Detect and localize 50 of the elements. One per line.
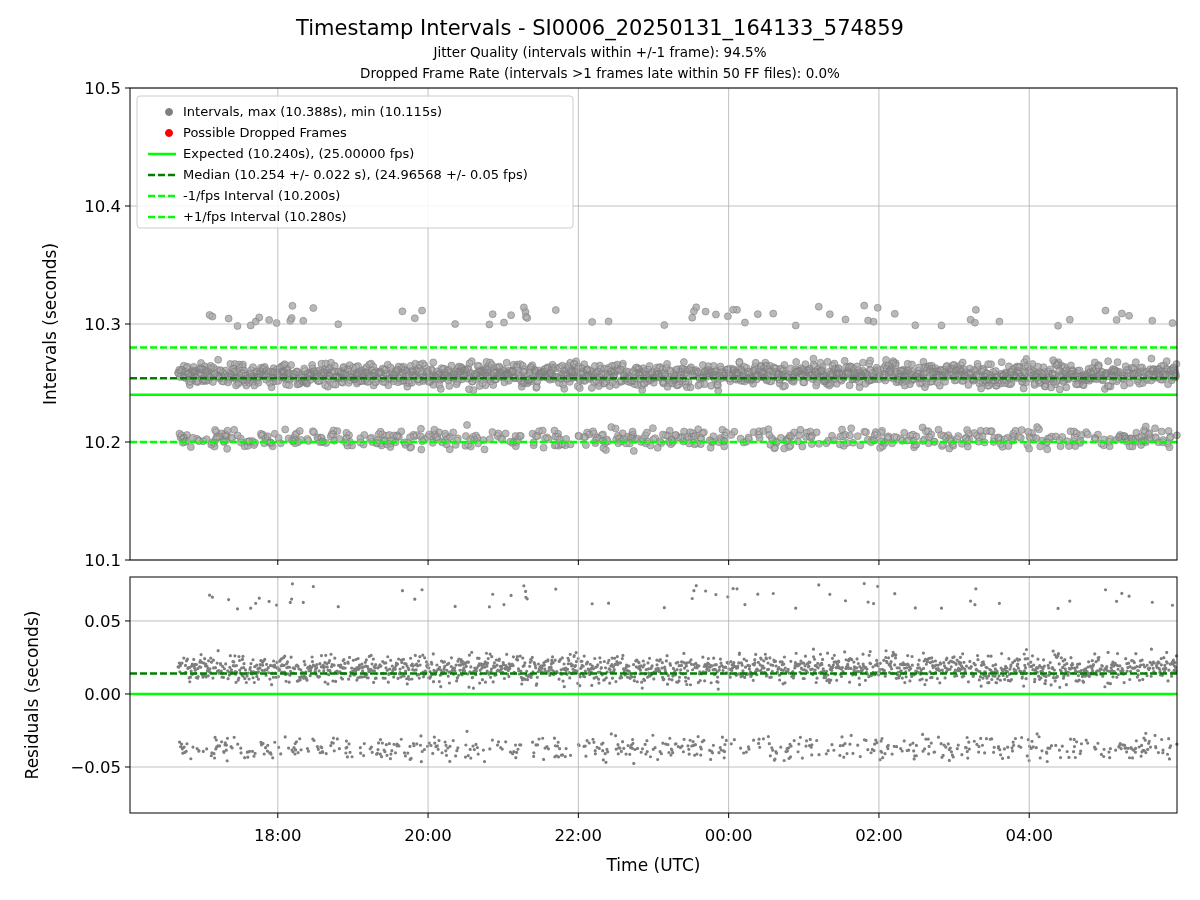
chart-subtitle: Dropped Frame Rate (intervals >1 frames late within 50 FF files): 0.0% [360,64,840,83]
tick-mark [124,87,131,89]
tick-mark [124,620,131,622]
tick-mark [124,205,131,207]
legend-label: Median (10.254 +/- 0.022 s), (24.96568 +/- 0.05 fps) [183,167,528,182]
tick-label: 22:00 [554,826,603,845]
tick-mark [577,559,579,566]
tick-label: 02:00 [855,826,903,845]
legend-line-icon [148,173,176,177]
tick-label: −0.05 [70,758,121,777]
tick-mark [878,559,880,566]
legend-label: +1/fps Interval (10.280s) [183,209,347,224]
chart-title: Timestamp Intervals - SI0006_20250131_164133_574859 [296,15,904,42]
tick-label: 04:00 [1005,826,1053,845]
tick-label: 10.1 [84,551,121,570]
legend-label: -1/fps Interval (10.200s) [183,188,341,203]
tick-mark [427,559,429,566]
axis-label: Residuals (seconds) [22,610,42,780]
tick-label: 10.4 [84,197,121,216]
tick-mark [1028,812,1030,819]
tick-label: 0.05 [84,611,121,631]
legend-label: Expected (10.240s), (25.00000 fps) [183,146,415,161]
tick-mark [124,766,131,768]
tick-label: 0.00 [84,685,121,704]
tick-mark [577,812,579,819]
tick-mark [124,323,131,325]
tick-label: 20:00 [404,826,452,845]
chart-subtitle: Jitter Quality (intervals within +/-1 frame): 94.5% [433,43,767,62]
tick-mark [124,693,131,695]
tick-mark [124,559,131,561]
tick-label: 18:00 [254,826,302,845]
tick-mark [1028,559,1030,566]
tick-mark [728,559,730,566]
axis-label: Intervals (seconds) [40,242,60,406]
tick-mark [124,441,131,443]
legend-label: Intervals, max (10.388s), min (10.115s) [183,104,442,119]
legend-line-icon [148,152,176,156]
tick-mark [277,559,279,566]
legend-line-icon [148,194,176,198]
tick-label: 10.2 [84,433,121,452]
tick-label: 00:00 [704,826,753,845]
legend-line-icon [148,215,176,219]
axis-label: Time (UTC) [606,855,701,875]
tick-mark [427,812,429,819]
tick-mark [277,812,279,819]
tick-label: 10.3 [84,315,121,334]
tick-label: 10.5 [84,79,121,98]
tick-mark [728,812,730,819]
legend-label: Possible Dropped Frames [183,125,347,140]
tick-mark [878,812,880,819]
